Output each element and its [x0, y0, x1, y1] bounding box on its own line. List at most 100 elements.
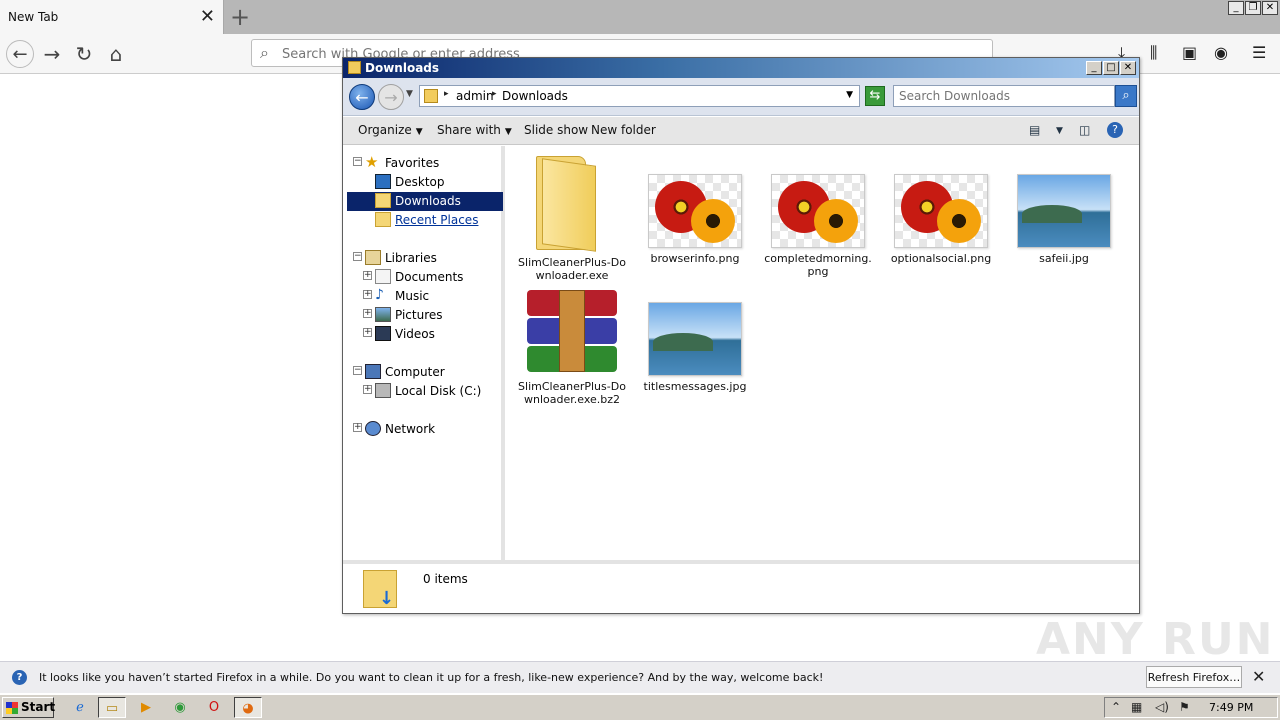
- search-input[interactable]: [899, 88, 1109, 104]
- file-item[interactable]: titlesmessages.jpg: [641, 302, 749, 393]
- show-hidden-icons-icon[interactable]: ⌃: [1111, 700, 1121, 714]
- close-notification-icon[interactable]: ✕: [1252, 667, 1265, 686]
- internet-explorer-icon[interactable]: ℯ: [66, 697, 94, 718]
- download-arrow-icon: ↓: [379, 588, 395, 609]
- taskbar: Start ℯ ▭ ▶ ◉ O ◕ ⌃ ▦ ◁) ⚑ 7:49 PM: [0, 694, 1280, 720]
- breadcrumb-downloads[interactable]: Downloads: [502, 89, 568, 103]
- image-thumbnail-icon: [648, 302, 742, 376]
- expand-icon[interactable]: +: [363, 385, 372, 394]
- media-player-icon[interactable]: ▶: [132, 697, 160, 718]
- nav-music[interactable]: + ♪ Music: [353, 287, 509, 306]
- action-center-flag-icon[interactable]: ⚑: [1179, 700, 1190, 714]
- view-options-dropdown-icon[interactable]: ▼: [1056, 126, 1063, 136]
- notification-message: It looks like you haven’t started Firefo…: [39, 671, 824, 684]
- expand-icon[interactable]: +: [363, 309, 372, 318]
- nav-network[interactable]: + Network: [353, 420, 509, 439]
- library-icon[interactable]: ⫼: [1150, 43, 1157, 63]
- breadcrumb-admin[interactable]: admin: [456, 89, 494, 103]
- minimize-window-button[interactable]: _: [1228, 1, 1244, 15]
- tab-title: New Tab: [8, 10, 59, 24]
- nav-libraries-label: Libraries: [385, 251, 437, 265]
- change-view-icon[interactable]: ▤: [1029, 123, 1040, 137]
- nav-downloads[interactable]: Downloads: [347, 192, 503, 211]
- nav-videos-label: Videos: [395, 327, 435, 341]
- new-tab-button[interactable]: +: [230, 3, 250, 31]
- opera-icon[interactable]: O: [200, 697, 228, 718]
- history-dropdown-icon[interactable]: ▼: [406, 89, 413, 99]
- back-button[interactable]: ←: [6, 40, 34, 68]
- account-icon[interactable]: ◉: [1214, 43, 1228, 62]
- nav-favorites[interactable]: − ★ Favorites: [353, 154, 509, 173]
- new-folder-button[interactable]: New folder: [591, 123, 656, 137]
- search-button-icon[interactable]: ⌕: [1115, 85, 1137, 107]
- nav-computer[interactable]: − Computer: [353, 363, 509, 382]
- sidebar-icon[interactable]: ▣: [1182, 43, 1197, 62]
- drive-icon: [375, 383, 391, 398]
- file-item[interactable]: SlimCleanerPlus-Downloader.exe: [518, 152, 626, 282]
- nav-network-label: Network: [385, 422, 436, 436]
- collapse-icon[interactable]: −: [353, 157, 362, 166]
- nav-documents-label: Documents: [395, 270, 464, 284]
- image-thumbnail-icon: [894, 174, 988, 248]
- address-bar[interactable]: ▸ admin ▸ Downloads ▼: [419, 85, 860, 107]
- refresh-icon[interactable]: ⇆: [865, 86, 885, 106]
- tab-close-icon[interactable]: ✕: [200, 6, 215, 27]
- chrome-icon[interactable]: ◉: [166, 697, 194, 718]
- organize-button[interactable]: Organize ▼: [358, 123, 423, 137]
- expand-icon[interactable]: +: [363, 271, 372, 280]
- restore-window-button[interactable]: ❐: [1245, 1, 1261, 15]
- file-item[interactable]: safeii.jpg: [1010, 174, 1118, 265]
- collapse-icon[interactable]: −: [353, 252, 362, 261]
- file-item[interactable]: completedmorning.png: [764, 174, 872, 278]
- image-thumbnail-icon: [771, 174, 865, 248]
- breadcrumb-separator-icon[interactable]: ▸: [492, 89, 497, 99]
- address-dropdown-icon[interactable]: ▼: [846, 90, 853, 100]
- tab-new-tab[interactable]: New Tab ✕: [0, 0, 224, 34]
- file-item[interactable]: browserinfo.png: [641, 174, 749, 265]
- file-explorer-icon[interactable]: ▭: [98, 697, 126, 718]
- start-button[interactable]: Start: [2, 697, 55, 718]
- preview-pane-icon[interactable]: ◫: [1079, 123, 1090, 137]
- nav-local-disk[interactable]: + Local Disk (C:): [353, 382, 509, 401]
- file-item[interactable]: SlimCleanerPlus-Downloader.exe.bz2: [518, 290, 626, 406]
- chevron-down-icon: ▼: [415, 127, 423, 137]
- slide-show-button[interactable]: Slide show: [524, 123, 588, 137]
- libraries-icon: [365, 250, 381, 265]
- windows-logo-icon: [6, 702, 18, 714]
- explorer-back-button[interactable]: ←: [349, 84, 375, 110]
- nav-recent-places[interactable]: Recent Places: [353, 211, 509, 230]
- maximize-button[interactable]: □: [1103, 61, 1119, 75]
- close-window-button[interactable]: ✕: [1262, 1, 1278, 15]
- nav-music-label: Music: [395, 289, 430, 303]
- volume-icon[interactable]: ◁): [1155, 700, 1169, 714]
- collapse-icon[interactable]: −: [353, 366, 362, 375]
- explorer-forward-button[interactable]: →: [378, 84, 404, 110]
- firefox-icon[interactable]: ◕: [234, 697, 262, 718]
- search-box[interactable]: [893, 85, 1115, 107]
- clock[interactable]: 7:49 PM: [1209, 701, 1253, 714]
- chevron-down-icon: ▼: [504, 127, 512, 137]
- share-with-button[interactable]: Share with ▼: [437, 123, 512, 137]
- nav-desktop[interactable]: Desktop: [353, 173, 509, 192]
- home-button[interactable]: ⌂: [102, 40, 130, 68]
- expand-icon[interactable]: +: [363, 290, 372, 299]
- minimize-button[interactable]: _: [1086, 61, 1102, 75]
- explorer-titlebar[interactable]: Downloads _ □ ✕: [343, 58, 1139, 78]
- expand-icon[interactable]: +: [353, 423, 362, 432]
- close-button[interactable]: ✕: [1120, 61, 1136, 75]
- help-icon[interactable]: ?: [1107, 122, 1123, 138]
- nav-pictures[interactable]: + Pictures: [353, 306, 509, 325]
- nav-videos[interactable]: + Videos: [353, 325, 509, 344]
- menu-icon[interactable]: ☰: [1252, 43, 1266, 62]
- downloads-folder-icon: [375, 193, 391, 208]
- file-name: titlesmessages.jpg: [643, 380, 747, 393]
- breadcrumb-separator-icon[interactable]: ▸: [444, 89, 449, 99]
- network-status-icon[interactable]: ▦: [1131, 700, 1142, 714]
- file-item[interactable]: optionalsocial.png: [887, 174, 995, 265]
- refresh-firefox-button[interactable]: Refresh Firefox…: [1146, 666, 1242, 688]
- expand-icon[interactable]: +: [363, 328, 372, 337]
- nav-libraries[interactable]: − Libraries: [353, 249, 509, 268]
- nav-documents[interactable]: + Documents: [353, 268, 509, 287]
- forward-button[interactable]: →: [38, 40, 66, 68]
- reload-button[interactable]: ↻: [70, 40, 98, 68]
